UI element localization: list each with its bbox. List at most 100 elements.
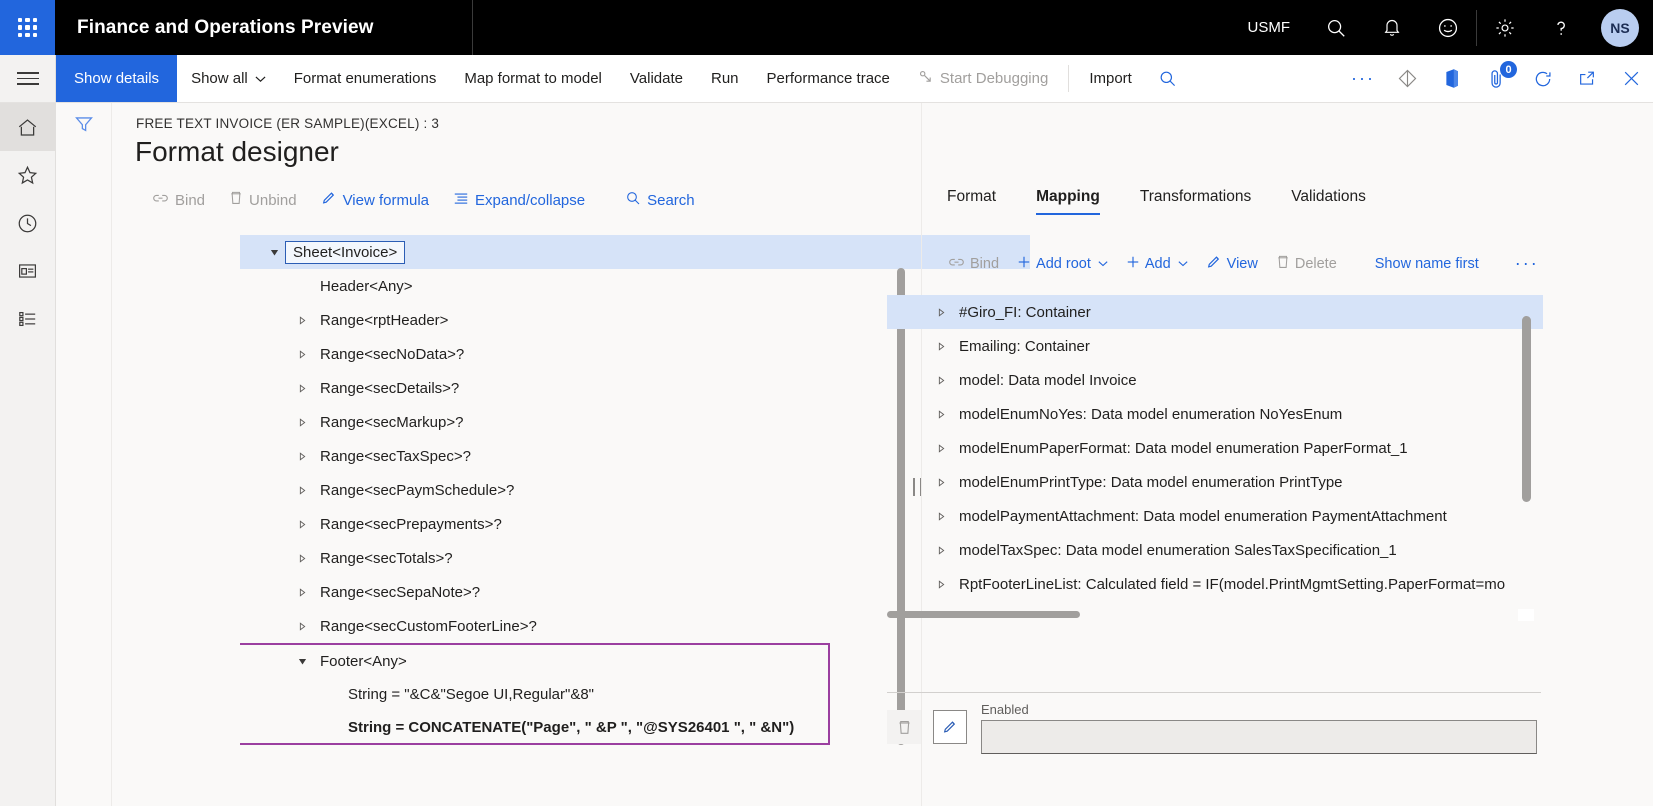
mapping-tree-row[interactable]: model: Data model Invoice — [887, 363, 1543, 397]
chevron-down-icon — [255, 70, 266, 87]
close-icon[interactable] — [1609, 55, 1653, 102]
enabled-field-group: Enabled — [981, 702, 1537, 754]
sidebar-item-favorites[interactable] — [0, 151, 56, 199]
chevron-collapsed-icon[interactable] — [927, 341, 955, 351]
format-tree-row-label: Range<secMarkup>? — [320, 413, 464, 431]
top-navigation-bar: Finance and Operations Preview USMF NS — [0, 0, 1653, 55]
mapping-tree-row[interactable]: modelTaxSpec: Data model enumeration Sal… — [887, 533, 1543, 567]
detail-edit-button[interactable] — [933, 710, 967, 744]
action-validate[interactable]: Validate — [616, 55, 697, 102]
page-title: Format designer — [135, 136, 339, 167]
mapping-tree-horizontal-scrollbar[interactable] — [887, 611, 1080, 618]
chevron-collapsed-icon[interactable] — [288, 417, 316, 427]
mapping-tree-vertical-scrollbar[interactable] — [1522, 316, 1531, 502]
chevron-expanded-icon[interactable] — [288, 657, 316, 666]
mapping-add-root-button[interactable]: Add root — [1008, 255, 1117, 273]
chevron-collapsed-icon[interactable] — [288, 315, 316, 325]
sidebar-item-home[interactable] — [0, 103, 56, 151]
format-expand-collapse-button[interactable]: Expand/collapse — [441, 191, 597, 210]
chevron-collapsed-icon[interactable] — [288, 485, 316, 495]
unbind-trash-icon — [229, 190, 243, 210]
mapping-tree-row[interactable]: Emailing: Container — [887, 329, 1543, 363]
mapping-tree-row[interactable]: modelEnumPrintType: Data model enumerati… — [887, 465, 1543, 499]
format-tree-row[interactable]: Footer<Any> — [240, 643, 830, 677]
format-search-button[interactable]: Search — [613, 190, 707, 210]
action-performance-trace[interactable]: Performance trace — [753, 55, 904, 102]
filter-funnel-icon[interactable] — [73, 113, 95, 806]
chevron-collapsed-icon[interactable] — [927, 477, 955, 487]
tab-format[interactable]: Format — [927, 188, 1016, 215]
chevron-collapsed-icon[interactable] — [288, 519, 316, 529]
office-app-icon[interactable] — [1429, 55, 1473, 102]
mapping-overflow-ellipsis-icon[interactable]: ··· — [1506, 253, 1548, 274]
notifications-bell-icon[interactable] — [1364, 0, 1420, 55]
action-format-enumerations[interactable]: Format enumerations — [280, 55, 451, 102]
bind-link-icon — [948, 255, 965, 273]
enabled-field-input[interactable] — [981, 720, 1537, 754]
search-icon[interactable] — [1308, 0, 1364, 55]
action-show-all[interactable]: Show all — [177, 55, 280, 102]
chevron-collapsed-icon[interactable] — [288, 383, 316, 393]
filter-search-icon[interactable] — [1146, 55, 1190, 102]
chevron-collapsed-icon[interactable] — [288, 621, 316, 631]
format-tree-row-label: Range<secTotals>? — [320, 549, 453, 567]
chevron-expanded-icon[interactable] — [260, 248, 288, 257]
personalize-diamond-icon[interactable] — [1385, 55, 1429, 102]
chevron-collapsed-icon[interactable] — [927, 511, 955, 521]
mapping-add-button[interactable]: Add — [1117, 255, 1197, 273]
mapping-show-name-first-button[interactable]: Show name first — [1366, 256, 1488, 272]
detail-delete-button[interactable] — [887, 710, 921, 744]
open-in-new-window-icon[interactable] — [1565, 55, 1609, 102]
chevron-collapsed-icon[interactable] — [927, 545, 955, 555]
tab-mapping[interactable]: Mapping — [1016, 188, 1120, 215]
action-start-debugging: Start Debugging — [904, 55, 1062, 102]
format-view-formula-button[interactable]: View formula — [309, 190, 441, 210]
app-launcher-waffle-button[interactable] — [0, 0, 55, 55]
attachments-button[interactable]: 0 — [1473, 55, 1521, 102]
mapping-view-label: View — [1226, 255, 1258, 272]
mapping-tree-row[interactable]: RptFooterLineList: Calculated field = IF… — [887, 567, 1543, 601]
refresh-icon[interactable] — [1521, 55, 1565, 102]
nav-menu-toggle-button[interactable] — [0, 55, 56, 102]
help-question-icon[interactable] — [1533, 0, 1589, 55]
user-avatar[interactable]: NS — [1601, 8, 1639, 47]
mapping-tree-row[interactable]: #Giro_FI: Container — [887, 295, 1543, 329]
chevron-collapsed-icon[interactable] — [927, 409, 955, 419]
plus-icon — [1017, 255, 1031, 273]
mapping-tree-row[interactable]: modelEnumPaperFormat: Data model enumera… — [887, 431, 1543, 465]
tab-validations[interactable]: Validations — [1271, 188, 1386, 215]
chevron-collapsed-icon[interactable] — [927, 579, 955, 589]
mapping-view-button[interactable]: View — [1197, 254, 1267, 274]
chevron-collapsed-icon[interactable] — [927, 443, 955, 453]
mapping-tree-row[interactable]: modelEnumNoYes: Data model enumeration N… — [887, 397, 1543, 431]
tab-transformations[interactable]: Transformations — [1120, 188, 1271, 215]
feedback-smiley-icon[interactable] — [1420, 0, 1476, 55]
chevron-collapsed-icon[interactable] — [288, 587, 316, 597]
sidebar-item-workspaces[interactable] — [0, 247, 56, 295]
mapping-tabs: Format Mapping Transformations Validatio… — [927, 188, 1386, 215]
overflow-ellipsis-icon[interactable]: ··· — [1341, 55, 1385, 102]
breadcrumb: FREE TEXT INVOICE (ER SAMPLE)(EXCEL) : 3 — [136, 116, 440, 131]
mapping-add-label: Add — [1144, 255, 1171, 272]
sidebar-item-modules[interactable] — [0, 295, 56, 343]
format-tree-row[interactable]: String = CONCATENATE("Page", " &P ", "@S… — [240, 711, 830, 745]
format-tree-row[interactable]: String = "&C&"Segoe UI,Regular"&8" — [240, 677, 830, 711]
mapping-bind-label: Bind — [970, 255, 1000, 272]
chevron-collapsed-icon[interactable] — [927, 307, 955, 317]
action-run[interactable]: Run — [697, 55, 753, 102]
mapping-tree-row[interactable]: modelPaymentAttachment: Data model enume… — [887, 499, 1543, 533]
chevron-collapsed-icon[interactable] — [288, 553, 316, 563]
settings-gear-icon[interactable] — [1477, 0, 1533, 55]
sidebar-item-recent[interactable] — [0, 199, 56, 247]
action-import[interactable]: Import — [1075, 55, 1146, 102]
chevron-collapsed-icon[interactable] — [288, 451, 316, 461]
format-tree-row[interactable]: Sheet<Invoice> — [240, 235, 1030, 269]
mapping-tree-row-label: model: Data model Invoice — [959, 371, 1137, 389]
action-map-format-to-model[interactable]: Map format to model — [450, 55, 616, 102]
chevron-collapsed-icon[interactable] — [288, 349, 316, 359]
chevron-collapsed-icon[interactable] — [927, 375, 955, 385]
chevron-down-icon — [1098, 259, 1108, 269]
company-selector[interactable]: USMF — [1230, 19, 1309, 36]
tab-show-details[interactable]: Show details — [56, 55, 178, 102]
mapping-tree[interactable]: #Giro_FI: Container Emailing: Container mo… — [887, 295, 1543, 715]
